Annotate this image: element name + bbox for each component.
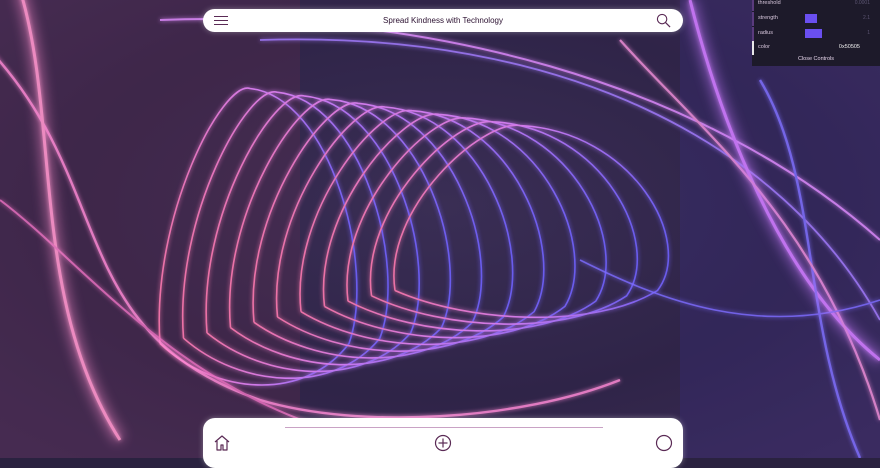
control-value: 1 xyxy=(867,30,870,36)
circle-icon[interactable] xyxy=(655,434,673,452)
page-title: Spread Kindness with Technology xyxy=(383,16,503,25)
control-label: radius xyxy=(758,30,773,36)
add-circle-icon[interactable] xyxy=(434,434,452,452)
bottom-nav-bar xyxy=(203,418,683,468)
control-value: 0.0001 xyxy=(854,0,870,6)
control-value: 2.1 xyxy=(863,15,870,21)
strength-slider[interactable] xyxy=(805,14,817,23)
gui-controls-panel: threshold 0.0001 strength 2.1 radius 1 c… xyxy=(752,0,880,66)
control-row-threshold[interactable]: threshold 0.0001 xyxy=(752,0,880,11)
control-label: color xyxy=(758,44,770,50)
divider xyxy=(285,427,603,428)
control-row-strength[interactable]: strength 2.1 xyxy=(752,12,880,26)
close-controls-button[interactable]: Close Controls xyxy=(752,56,880,62)
control-label: strength xyxy=(758,15,778,21)
glowing-tunnel-background xyxy=(0,0,880,458)
radius-slider[interactable] xyxy=(805,29,822,38)
top-app-bar: Spread Kindness with Technology xyxy=(203,9,683,32)
color-value-input[interactable]: 0x50505 xyxy=(839,44,860,50)
control-label: threshold xyxy=(758,0,781,6)
control-row-color[interactable]: color 0x50505 xyxy=(752,41,880,55)
home-icon[interactable] xyxy=(213,434,231,452)
control-row-radius[interactable]: radius 1 xyxy=(752,27,880,41)
search-icon[interactable] xyxy=(656,13,671,28)
